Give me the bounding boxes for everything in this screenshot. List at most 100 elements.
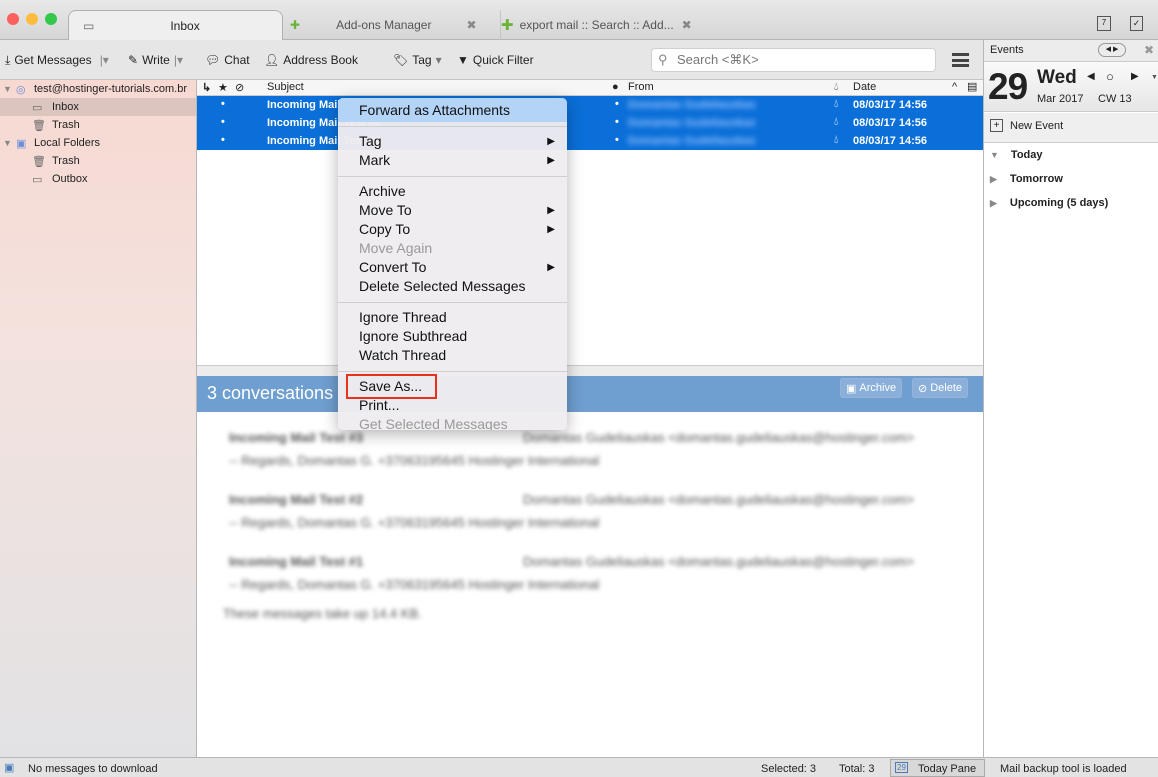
summary-subject[interactable]: Incoming Mail Test #1: [229, 554, 363, 569]
tab-export-mail[interactable]: ✚ export mail :: Search :: Add... ✖: [500, 10, 720, 40]
folder-outbox[interactable]: ▭ Outbox: [0, 170, 196, 188]
folder-pane: ▼ ◎ test@hostinger-tutorials.com.br ▭ Inbox…: [0, 80, 197, 757]
unread-dot-icon: •: [221, 134, 225, 146]
previous-day-icon[interactable]: ◀: [1087, 71, 1095, 82]
dropdown-arrow-icon[interactable]: ▼: [1151, 74, 1158, 81]
menu-item-forward-as-attachments[interactable]: Forward as Attachments: [338, 98, 567, 122]
menu-item-move-again: Move Again: [338, 239, 567, 258]
menu-item-ignore-thread[interactable]: Ignore Thread: [338, 308, 567, 327]
conversation-summary: Incoming Mail Test #3 Domantas Gudeliaus…: [197, 412, 983, 757]
title-bar: ▭ Inbox ✚ Add-ons Manager ✖ ✚ export mai…: [0, 0, 1158, 40]
pane-splitter[interactable]: [197, 365, 983, 376]
summary-subject[interactable]: Incoming Mail Test #2: [229, 492, 363, 507]
tab-addons-manager[interactable]: ✚ Add-ons Manager ✖: [290, 10, 490, 40]
dropdown-arrow-icon[interactable]: |▾: [100, 53, 109, 67]
folder-label: Outbox: [52, 173, 88, 185]
summary-from: Domantas Gudeliauskas <domantas.gudeliau…: [523, 430, 915, 445]
thread-column-icon[interactable]: ↳: [202, 81, 211, 94]
calendar-week: CW 13: [1098, 93, 1132, 105]
attachment-column-icon[interactable]: ⊘: [235, 81, 244, 94]
app-menu-button[interactable]: [952, 53, 969, 67]
folder-label: test@hostinger-tutorials.com.br: [34, 83, 188, 95]
offline-status-icon[interactable]: ▣: [4, 761, 14, 774]
trash-icon: 🗑︎: [32, 119, 46, 132]
next-day-icon[interactable]: ▶: [1131, 71, 1139, 82]
summary-subject[interactable]: Incoming Mail Test #3: [229, 430, 363, 445]
folder-inbox[interactable]: ▭ Inbox: [0, 98, 196, 116]
close-window-button[interactable]: [7, 13, 19, 25]
today-circle-icon[interactable]: ○: [1106, 69, 1114, 84]
read-column-icon[interactable]: ●: [612, 81, 619, 93]
junk-column-icon[interactable]: 💧︎: [834, 81, 838, 94]
tab-inbox[interactable]: ▭ Inbox: [68, 10, 283, 40]
search-input[interactable]: ⚲ Search <⌘K>: [651, 48, 936, 72]
pencil-icon: ✎: [128, 53, 139, 67]
message-from: Domantas Gudeliauskas: [628, 117, 756, 129]
computer-icon: ▣: [16, 137, 27, 150]
message-row[interactable]: • Incoming Mail Test #3 • Domantas Gudel…: [197, 96, 983, 114]
menu-item-mark[interactable]: Mark ▶: [338, 151, 567, 170]
folder-trash[interactable]: 🗑︎ Trash: [0, 116, 196, 134]
inbox-icon: ▭: [32, 101, 43, 114]
label: Chat: [224, 53, 250, 67]
menu-item-get-selected-messages: Get Selected Messages: [338, 415, 567, 430]
menu-item-move-to[interactable]: Move To ▶: [338, 201, 567, 220]
message-from: Domantas Gudeliauskas: [628, 135, 756, 147]
total-count: Total: 3: [839, 763, 875, 775]
sort-ascending-icon: ^: [952, 81, 958, 93]
expand-triangle-icon[interactable]: ▼: [0, 138, 16, 148]
quick-filter-button[interactable]: ▼ Quick Filter: [457, 52, 534, 68]
zoom-window-button[interactable]: [45, 13, 57, 25]
expand-triangle-icon[interactable]: ▼: [0, 84, 16, 94]
close-pane-icon[interactable]: ✖: [1144, 43, 1154, 57]
folder-account[interactable]: ▼ ◎ test@hostinger-tutorials.com.br: [0, 80, 196, 98]
collapse-triangle-icon: ▶: [990, 198, 997, 208]
menu-item-copy-to[interactable]: Copy To ▶: [338, 220, 567, 239]
trash-icon: 🗑︎: [32, 155, 46, 168]
minimize-window-button[interactable]: [26, 13, 38, 25]
menu-item-ignore-subthread[interactable]: Ignore Subthread: [338, 327, 567, 346]
day-number: 29: [988, 66, 1028, 107]
menu-separator: [338, 176, 567, 177]
star-column-icon[interactable]: ★: [218, 81, 228, 94]
message-row[interactable]: • Incoming Mail Test #2 • Domantas Gudel…: [197, 114, 983, 132]
folder-local-trash[interactable]: 🗑︎ Trash: [0, 152, 196, 170]
status-bar: ▣ No messages to download Selected: 3 To…: [0, 757, 1158, 777]
menu-item-archive[interactable]: Archive: [338, 182, 567, 201]
tasks-icon[interactable]: ✓: [1130, 16, 1143, 31]
folder-label: Local Folders: [34, 137, 101, 149]
from-column-header[interactable]: From: [628, 81, 654, 93]
calendar-day-icon: 29: [895, 762, 908, 773]
menu-item-watch-thread[interactable]: Watch Thread: [338, 346, 567, 365]
archive-button[interactable]: ▣ Archive: [840, 378, 903, 398]
label: Write: [142, 53, 170, 67]
column-picker-icon[interactable]: ▤: [967, 80, 977, 93]
chat-button[interactable]: 💬︎ Chat: [205, 52, 250, 68]
today-pane-title: Events: [990, 44, 1024, 56]
pane-switch-arrows-icon[interactable]: ◀ ▶: [1098, 43, 1126, 57]
menu-item-tag[interactable]: Tag ▶: [338, 132, 567, 151]
agenda-upcoming[interactable]: ▶ Upcoming (5 days): [990, 197, 1108, 209]
label: Forward as Attachments: [359, 102, 510, 118]
agenda-today[interactable]: ▼ Today: [990, 149, 1043, 161]
agenda-tomorrow[interactable]: ▶ Tomorrow: [990, 173, 1063, 185]
date-column-header[interactable]: Date: [853, 81, 876, 93]
subject-column-header[interactable]: Subject: [267, 81, 304, 93]
junk-icon: 💧︎: [834, 98, 839, 110]
menu-item-convert-to[interactable]: Convert To ▶: [338, 258, 567, 277]
address-book-button[interactable]: 👤︎ Address Book: [264, 52, 358, 68]
menu-item-delete-selected[interactable]: Delete Selected Messages: [338, 277, 567, 296]
dropdown-arrow-icon[interactable]: |▾: [174, 53, 183, 67]
get-messages-button[interactable]: ⤓ Get Messages |▾: [5, 52, 109, 68]
expand-triangle-icon: ▼: [990, 150, 999, 160]
calendar-icon[interactable]: 7: [1097, 16, 1111, 31]
message-row[interactable]: • Incoming Mail Test #1 • Domantas Gudel…: [197, 132, 983, 150]
delete-button[interactable]: ⊘ Delete: [912, 378, 969, 398]
today-pane-toggle[interactable]: 29 Today Pane: [890, 759, 985, 777]
tag-button[interactable]: 🏷︎ Tag ▾: [393, 52, 442, 68]
write-button[interactable]: ✎ Write |▾: [128, 52, 183, 68]
new-event-button[interactable]: + New Event: [984, 113, 1158, 143]
folder-local-folders[interactable]: ▼ ▣ Local Folders: [0, 134, 196, 152]
close-tab-icon[interactable]: ✖: [682, 18, 692, 32]
close-tab-icon[interactable]: ✖: [466, 18, 476, 32]
